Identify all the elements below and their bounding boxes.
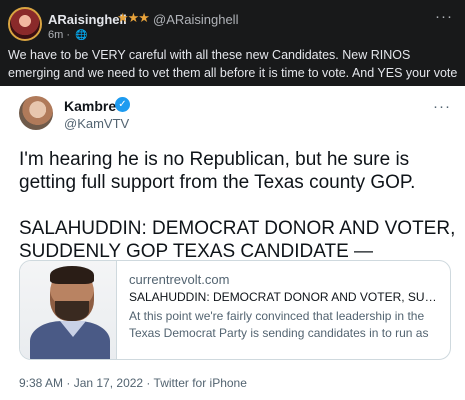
post-header: ARaisinghell ★★★ @ARaisinghell 6m · 🌐 ··… (0, 0, 465, 98)
globe-icon: 🌐 (75, 30, 88, 41)
poster-name[interactable]: ARaisinghell (48, 12, 127, 27)
link-thumbnail-image (20, 261, 117, 359)
tweet-avatar[interactable] (19, 96, 53, 130)
tweet-paragraph-1: I'm hearing he is no Republican, but he … (19, 149, 416, 193)
embedded-tweet[interactable]: Kambree ✓ @KamVTV ··· I'm hearing he is … (0, 86, 465, 400)
link-title: SALAHUDDIN: DEMOCRAT DONOR AND VOTER, SU… (129, 290, 444, 304)
star-badge-icon: ★★★ (117, 10, 150, 25)
verified-badge-icon: ✓ (115, 97, 130, 112)
tweet-more-options-button[interactable]: ··· (433, 98, 451, 115)
post-meta: 6m · 🌐 (48, 29, 88, 41)
link-domain: currentrevolt.com (129, 272, 230, 287)
tweet-timestamp[interactable]: 9:38 AM · Jan 17, 2022 · Twitter for iPh… (19, 376, 247, 390)
link-description: At this point we're fairly convinced tha… (129, 309, 429, 340)
tweet-paragraph-2: SALAHUDDIN: DEMOCRAT DONOR AND VOTER, SU… (19, 218, 456, 262)
avatar[interactable] (8, 7, 42, 41)
poster-handle[interactable]: @ARaisinghell (153, 12, 238, 27)
tweet-author-handle[interactable]: @KamVTV (64, 116, 129, 131)
post-time[interactable]: 6m (48, 29, 63, 41)
link-preview-card[interactable]: currentrevolt.com SALAHUDDIN: DEMOCRAT D… (19, 260, 451, 360)
post-more-options-button[interactable]: ··· (435, 8, 453, 25)
meta-separator: · (66, 29, 71, 41)
